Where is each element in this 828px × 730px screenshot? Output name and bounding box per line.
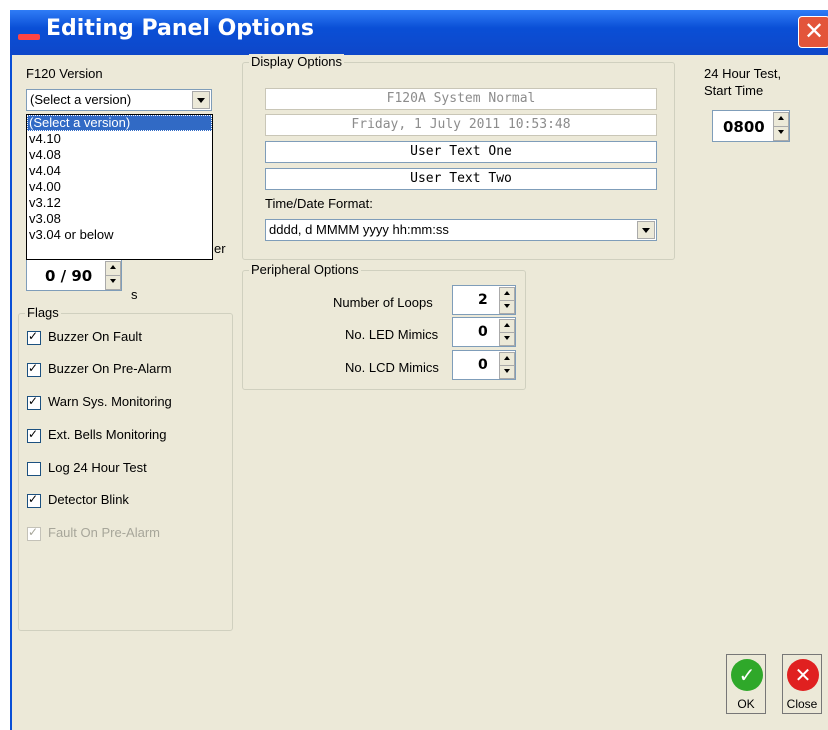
fault-on-pre-alarm-checkbox	[27, 525, 41, 541]
time-format-label: Time/Date Format:	[265, 196, 373, 211]
buzzer-on-pre-alarm-label: Buzzer On Pre-Alarm	[48, 361, 172, 376]
display-options-caption: Display Options	[249, 54, 345, 69]
time-format-value: dddd, d MMMM yyyy hh:mm:ss	[269, 222, 449, 237]
spin-down-icon[interactable]	[499, 300, 515, 314]
spin-down-icon[interactable]	[499, 365, 515, 379]
buzzer-on-fault-checkbox[interactable]	[27, 329, 41, 345]
spin-down-icon[interactable]	[105, 275, 121, 290]
version-selected-value: (Select a version)	[30, 92, 132, 107]
lcd-mimics-value: 0	[478, 357, 488, 373]
ext-bells-monitoring-label: Ext. Bells Monitoring	[48, 427, 167, 442]
title-bar[interactable]: Editing Panel Options ✕	[10, 10, 828, 55]
delay-spinner[interactable]: 0 / 90	[26, 259, 122, 291]
loops-value: 2	[478, 292, 488, 308]
chevron-down-icon[interactable]	[192, 91, 210, 109]
led-mimics-label: No. LED Mimics	[345, 327, 439, 342]
chevron-down-icon[interactable]	[637, 221, 655, 239]
lcd-mimics-spinner[interactable]: 0	[452, 350, 516, 380]
buzzer-on-fault-label: Buzzer On Fault	[48, 329, 142, 344]
loops-label: Number of Loops	[333, 295, 433, 310]
version-label: F120 Version	[26, 66, 103, 81]
display-line-1: F120A System Normal	[265, 88, 657, 110]
version-option[interactable]: v3.08	[27, 211, 212, 227]
dialog-window: Editing Panel Options ✕ F120 Version (Se…	[0, 0, 828, 730]
warn-sys-monitoring-label: Warn Sys. Monitoring	[48, 394, 172, 409]
log-24-hour-test-checkbox[interactable]	[27, 462, 41, 476]
log-24-hour-test-label: Log 24 Hour Test	[48, 460, 147, 475]
fault-on-pre-alarm-label: Fault On Pre-Alarm	[48, 525, 160, 540]
display-line-2: Friday, 1 July 2011 10:53:48	[265, 114, 657, 136]
lcd-mimics-label: No. LCD Mimics	[345, 360, 439, 375]
spin-up-icon[interactable]	[499, 352, 515, 366]
led-mimics-spinner[interactable]: 0	[452, 317, 516, 347]
ext-bells-monitoring-checkbox[interactable]	[27, 427, 41, 443]
time-format-select[interactable]: dddd, d MMMM yyyy hh:mm:ss	[265, 219, 657, 241]
delay-value: 0 / 90	[45, 267, 93, 285]
test-label-line2: Start Time	[704, 83, 764, 98]
checkmark-icon: ✓	[731, 659, 763, 691]
spin-down-icon[interactable]	[499, 332, 515, 346]
ok-button[interactable]: ✓ OK	[726, 654, 766, 714]
close-icon: ✕	[787, 659, 819, 691]
warn-sys-monitoring-checkbox[interactable]	[27, 394, 41, 410]
version-option[interactable]: v4.10	[27, 131, 212, 147]
user-text-two-input[interactable]: User Text Two	[265, 168, 657, 190]
close-button[interactable]: ✕ Close	[782, 654, 822, 714]
loops-spinner[interactable]: 2	[452, 285, 516, 315]
spin-up-icon[interactable]	[773, 112, 789, 127]
version-select[interactable]: (Select a version)	[26, 89, 212, 111]
close-icon[interactable]: ✕	[798, 16, 828, 48]
version-option[interactable]: v3.04 or below	[27, 227, 212, 243]
version-option[interactable]: v4.04	[27, 163, 212, 179]
spin-down-icon[interactable]	[773, 126, 789, 141]
ok-label: OK	[737, 697, 755, 711]
spin-up-icon[interactable]	[499, 319, 515, 333]
buzzer-on-pre-alarm-checkbox[interactable]	[27, 361, 41, 377]
version-dropdown-list[interactable]: (Select a version) v4.10 v4.08 v4.04 v4.…	[26, 114, 213, 260]
user-text-one-input[interactable]: User Text One	[265, 141, 657, 163]
flags-caption: Flags	[25, 305, 61, 320]
app-icon	[18, 34, 40, 40]
test-start-time-spinner[interactable]: 0800	[712, 110, 790, 142]
peripheral-options-caption: Peripheral Options	[249, 262, 361, 277]
window-title: Editing Panel Options	[46, 16, 314, 41]
version-option[interactable]: v3.12	[27, 195, 212, 211]
test-label-line1: 24 Hour Test,	[704, 66, 782, 81]
detector-blink-checkbox[interactable]	[27, 492, 41, 508]
test-start-time-value: 0800	[723, 118, 765, 136]
close-label: Close	[786, 697, 818, 711]
obscured-label-tail: er	[214, 241, 226, 256]
spin-up-icon[interactable]	[499, 287, 515, 301]
version-option[interactable]: (Select a version)	[27, 115, 212, 131]
detector-blink-label: Detector Blink	[48, 492, 129, 507]
version-option[interactable]: v4.08	[27, 147, 212, 163]
delay-unit: s	[131, 287, 138, 302]
version-option[interactable]: v4.00	[27, 179, 212, 195]
led-mimics-value: 0	[478, 324, 488, 340]
spin-up-icon[interactable]	[105, 261, 121, 276]
